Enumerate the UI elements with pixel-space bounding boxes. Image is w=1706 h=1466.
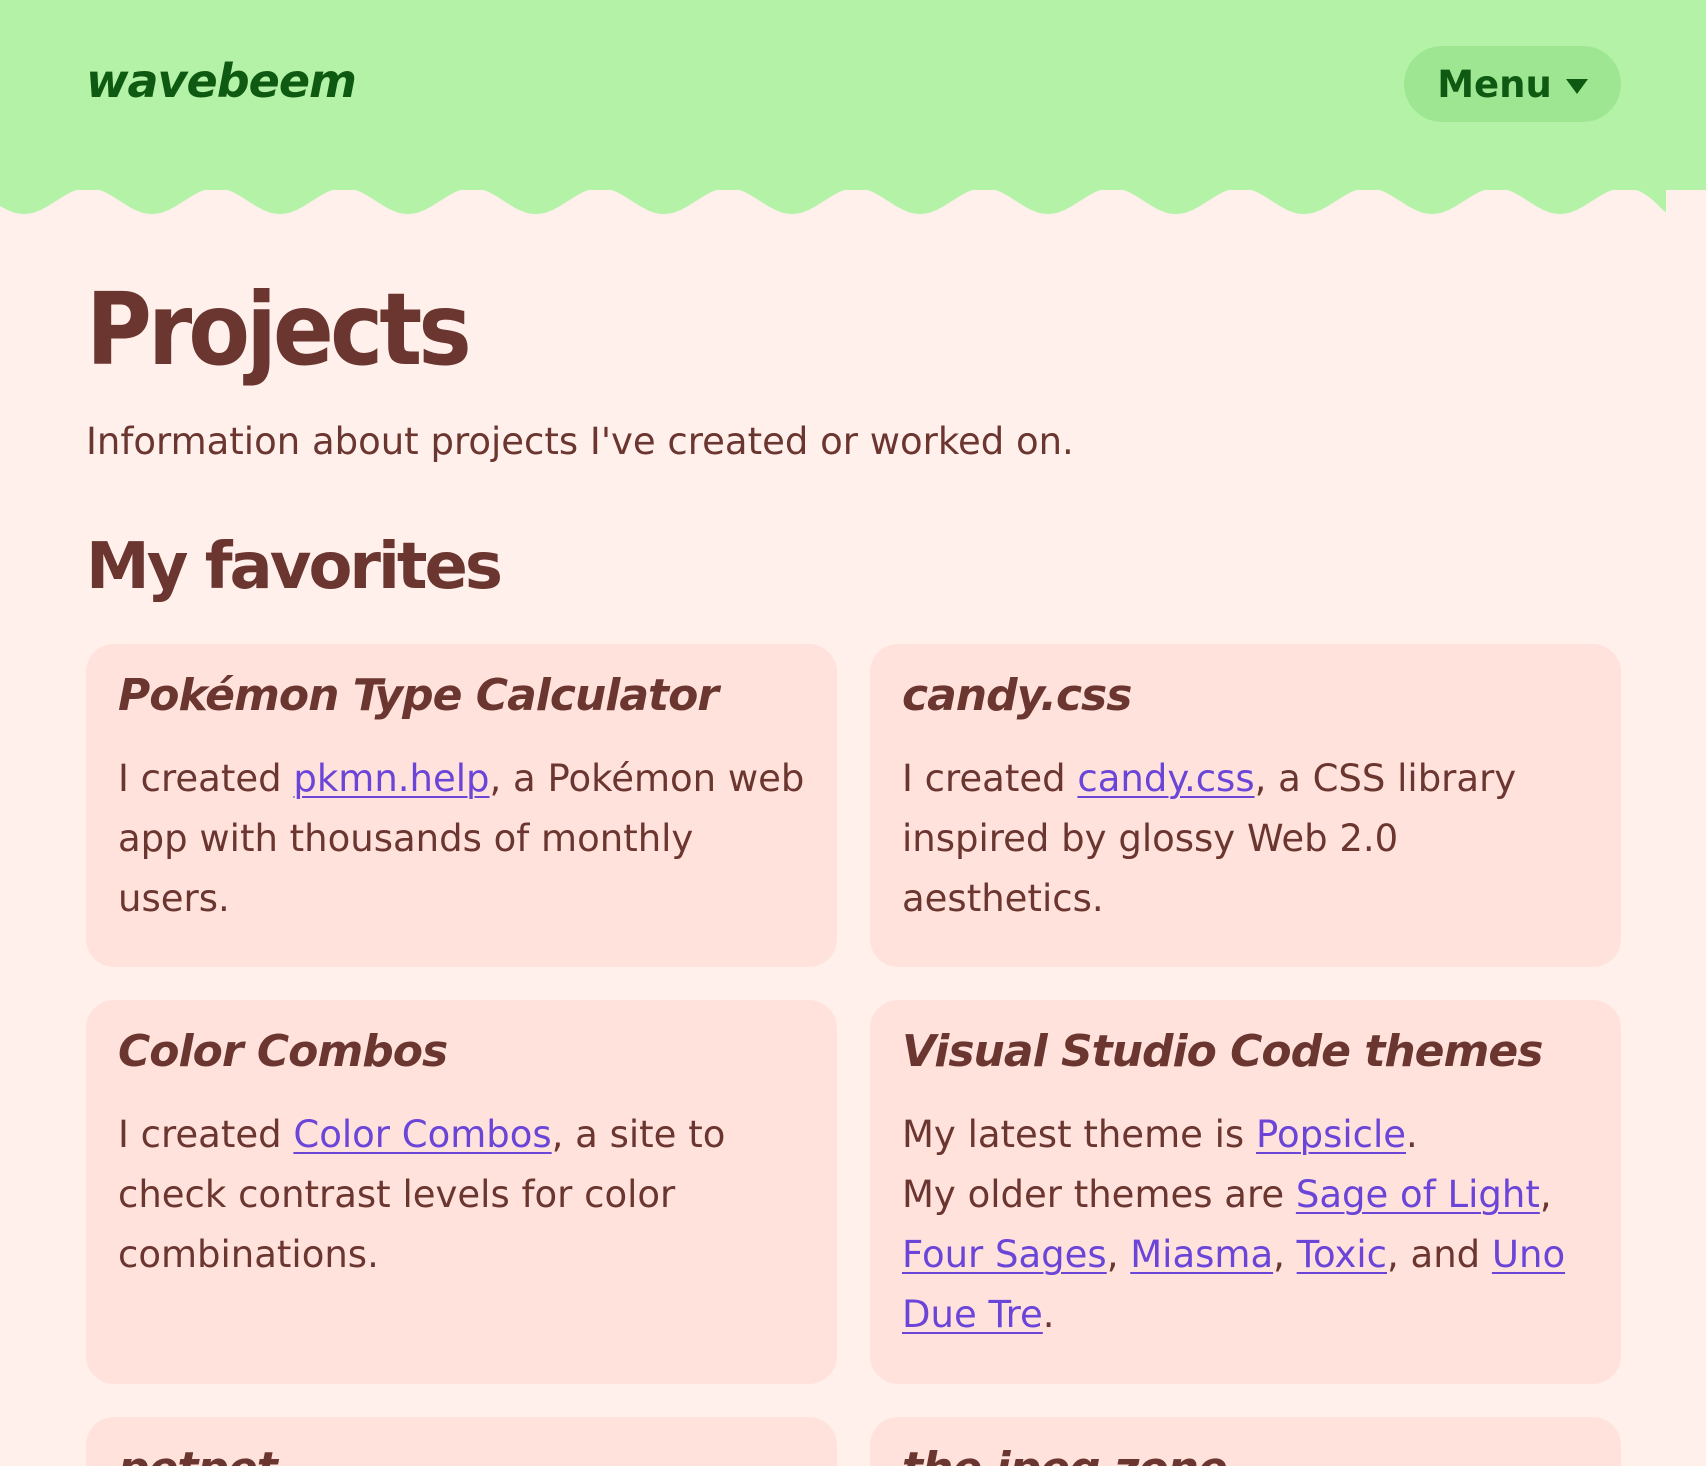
- card-pokemon-type-calculator: Pokémon Type Calculator I created pkmn.h…: [86, 644, 837, 967]
- section-title-favorites: My favorites: [86, 530, 503, 604]
- link-four-sages[interactable]: Four Sages: [902, 1233, 1107, 1276]
- card-candy-css: candy.css I created candy.css, a CSS lib…: [870, 644, 1621, 967]
- card-the-jpeg-zone: the jpeg zone: [870, 1417, 1621, 1466]
- site-header: wavebeem Menu: [0, 0, 1706, 188]
- page-root: wavebeem Menu Projects Information about…: [0, 0, 1706, 1466]
- menu-button[interactable]: Menu: [1404, 46, 1621, 122]
- page-intro: Information about projects I've created …: [86, 420, 1074, 463]
- page-title: Projects: [86, 271, 472, 388]
- main-content: Projects Information about projects I've…: [86, 271, 1621, 1466]
- link-toxic[interactable]: Toxic: [1297, 1233, 1387, 1276]
- link-candy-css[interactable]: candy.css: [1077, 757, 1254, 800]
- caret-down-icon: [1565, 78, 1588, 94]
- card-title: petpet: [118, 1443, 805, 1466]
- card-title: the jpeg zone: [902, 1443, 1589, 1466]
- card-description: I created candy.css, a CSS library inspi…: [902, 756, 1517, 920]
- link-color-combos[interactable]: Color Combos: [293, 1113, 551, 1156]
- card-description: My latest theme is Popsicle. My older the…: [902, 1112, 1566, 1336]
- card-title: Visual Studio Code themes: [902, 1026, 1543, 1077]
- menu-button-label: Menu: [1437, 62, 1552, 106]
- link-popsicle[interactable]: Popsicle: [1256, 1113, 1406, 1156]
- card-vscode-themes: Visual Studio Code themes My latest them…: [870, 1000, 1621, 1384]
- link-miasma[interactable]: Miasma: [1130, 1233, 1273, 1276]
- card-description: I created pkmn.help, a Pokémon web app w…: [118, 756, 805, 920]
- card-title: Pokémon Type Calculator: [118, 670, 719, 721]
- card-title: candy.css: [902, 670, 1132, 721]
- card-color-combos: Color Combos I created Color Combos, a s…: [86, 1000, 837, 1384]
- favorites-grid: Pokémon Type Calculator I created pkmn.h…: [86, 644, 1621, 1466]
- link-sage-of-light[interactable]: Sage of Light: [1296, 1173, 1540, 1216]
- card-petpet: petpet: [86, 1417, 837, 1466]
- card-title: Color Combos: [118, 1026, 448, 1077]
- card-description: I created Color Combos, a site to check …: [118, 1112, 726, 1276]
- site-logo[interactable]: wavebeem: [86, 58, 357, 104]
- link-pkmn-help[interactable]: pkmn.help: [293, 757, 489, 800]
- header-wave-divider: [0, 180, 1706, 214]
